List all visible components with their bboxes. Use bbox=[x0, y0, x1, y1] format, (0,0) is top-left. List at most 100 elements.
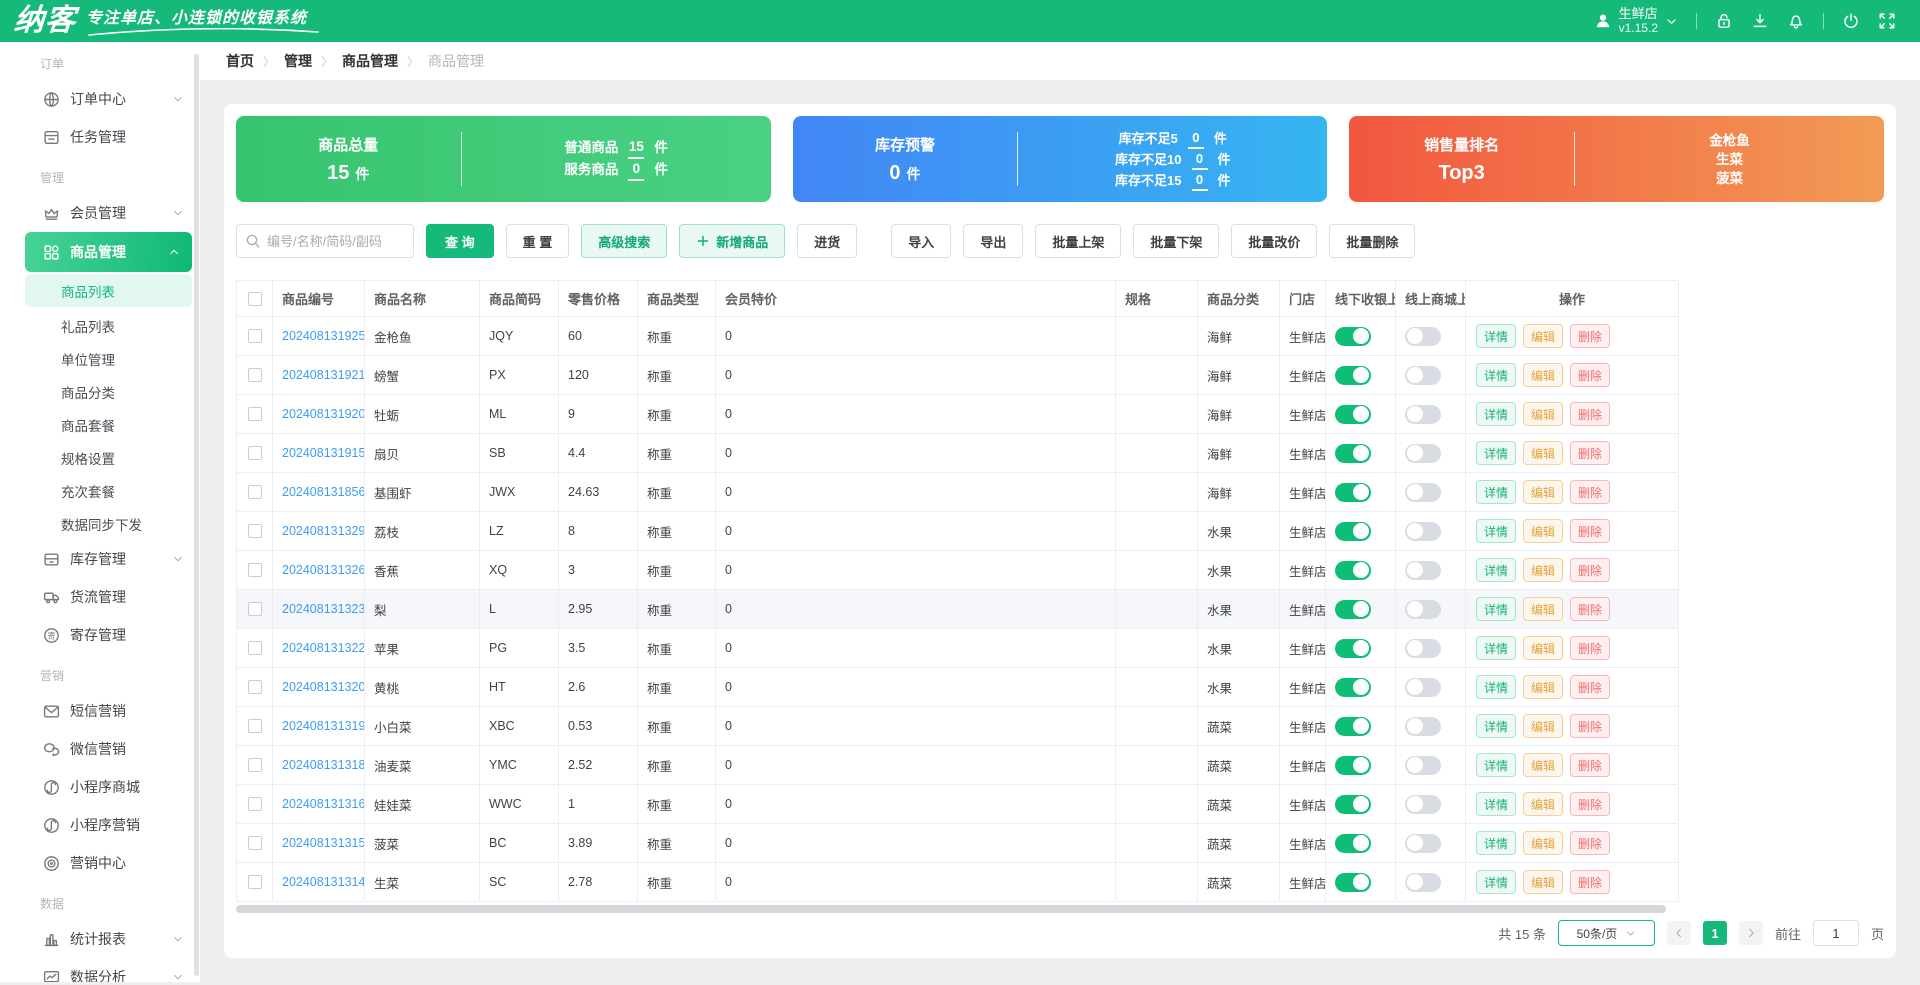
sidebar-subitem-gift-list[interactable]: 礼品列表 bbox=[0, 309, 200, 342]
detail-row-button[interactable]: 详情 bbox=[1476, 558, 1516, 582]
detail-row-button[interactable]: 详情 bbox=[1476, 792, 1516, 816]
sidebar-item-miniapp-mall[interactable]: 小程序商城 bbox=[0, 768, 200, 806]
prev-page-button[interactable] bbox=[1667, 921, 1691, 945]
import-button[interactable]: 导入 bbox=[891, 224, 951, 258]
row-checkbox[interactable] bbox=[248, 680, 262, 694]
advanced-search-button[interactable]: 高级搜索 bbox=[581, 224, 667, 258]
online-shelf-toggle[interactable] bbox=[1405, 873, 1441, 892]
delete-row-button[interactable]: 删除 bbox=[1570, 792, 1610, 816]
online-shelf-toggle[interactable] bbox=[1405, 522, 1441, 541]
row-checkbox[interactable] bbox=[248, 758, 262, 772]
offline-shelf-toggle[interactable] bbox=[1335, 561, 1371, 580]
select-all-checkbox[interactable] bbox=[248, 292, 262, 306]
product-code-link[interactable]: 20240813132236 bbox=[282, 641, 365, 655]
breadcrumb-item[interactable]: 商品管理 bbox=[342, 51, 398, 71]
detail-row-button[interactable]: 详情 bbox=[1476, 402, 1516, 426]
row-checkbox[interactable] bbox=[248, 563, 262, 577]
row-checkbox[interactable] bbox=[248, 875, 262, 889]
product-code-link[interactable]: 20240813131646 bbox=[282, 797, 365, 811]
edit-row-button[interactable]: 编辑 bbox=[1523, 519, 1563, 543]
online-shelf-toggle[interactable] bbox=[1405, 561, 1441, 580]
horizontal-scrollbar[interactable] bbox=[236, 905, 1666, 913]
add-goods-button[interactable]: 新增商品 bbox=[679, 224, 785, 258]
online-shelf-toggle[interactable] bbox=[1405, 366, 1441, 385]
sidebar-subitem-unit-management[interactable]: 单位管理 bbox=[0, 342, 200, 375]
delete-row-button[interactable]: 删除 bbox=[1570, 363, 1610, 387]
online-shelf-toggle[interactable] bbox=[1405, 444, 1441, 463]
detail-row-button[interactable]: 详情 bbox=[1476, 831, 1516, 855]
product-code-link[interactable]: 20240813132344 bbox=[282, 602, 365, 616]
detail-row-button[interactable]: 详情 bbox=[1476, 480, 1516, 504]
lock-icon[interactable] bbox=[1715, 12, 1733, 30]
online-shelf-toggle[interactable] bbox=[1405, 756, 1441, 775]
offline-shelf-toggle[interactable] bbox=[1335, 639, 1371, 658]
row-checkbox[interactable] bbox=[248, 797, 262, 811]
detail-row-button[interactable]: 详情 bbox=[1476, 753, 1516, 777]
offline-shelf-toggle[interactable] bbox=[1335, 873, 1371, 892]
sidebar-subitem-goods-category[interactable]: 商品分类 bbox=[0, 375, 200, 408]
next-page-button[interactable] bbox=[1739, 921, 1763, 945]
detail-row-button[interactable]: 详情 bbox=[1476, 324, 1516, 348]
delete-row-button[interactable]: 删除 bbox=[1570, 831, 1610, 855]
sidebar-item-stock-management[interactable]: 库存管理 bbox=[0, 540, 200, 578]
detail-row-button[interactable]: 详情 bbox=[1476, 636, 1516, 660]
row-checkbox[interactable] bbox=[248, 368, 262, 382]
offline-shelf-toggle[interactable] bbox=[1335, 717, 1371, 736]
edit-row-button[interactable]: 编辑 bbox=[1523, 441, 1563, 465]
detail-row-button[interactable]: 详情 bbox=[1476, 870, 1516, 894]
sidebar-item-logistics-management[interactable]: 货流管理 bbox=[0, 578, 200, 616]
edit-row-button[interactable]: 编辑 bbox=[1523, 831, 1563, 855]
online-shelf-toggle[interactable] bbox=[1405, 600, 1441, 619]
edit-row-button[interactable]: 编辑 bbox=[1523, 792, 1563, 816]
product-code-link[interactable]: 20240813132628 bbox=[282, 563, 365, 577]
reset-button[interactable]: 重 置 bbox=[506, 224, 570, 258]
bell-icon[interactable] bbox=[1787, 12, 1805, 30]
sidebar-item-data-analysis[interactable]: 数据分析 bbox=[0, 958, 200, 982]
sidebar-item-sms-marketing[interactable]: 短信营销 bbox=[0, 692, 200, 730]
sidebar-item-wechat-marketing[interactable]: 微信营销 bbox=[0, 730, 200, 768]
row-checkbox[interactable] bbox=[248, 524, 262, 538]
edit-row-button[interactable]: 编辑 bbox=[1523, 402, 1563, 426]
breadcrumb-item[interactable]: 首页 bbox=[226, 51, 254, 71]
purchase-button[interactable]: 进货 bbox=[797, 224, 857, 258]
offline-shelf-toggle[interactable] bbox=[1335, 366, 1371, 385]
sidebar-item-miniapp-marketing[interactable]: 小程序营销 bbox=[0, 806, 200, 844]
product-code-link[interactable]: 20240813132901 bbox=[282, 524, 365, 538]
offline-shelf-toggle[interactable] bbox=[1335, 795, 1371, 814]
delete-row-button[interactable]: 删除 bbox=[1570, 324, 1610, 348]
fullscreen-icon[interactable] bbox=[1878, 12, 1896, 30]
offline-shelf-toggle[interactable] bbox=[1335, 483, 1371, 502]
sidebar-subitem-goods-package[interactable]: 商品套餐 bbox=[0, 408, 200, 441]
download-icon[interactable] bbox=[1751, 12, 1769, 30]
product-code-link[interactable]: 20240813131433 bbox=[282, 875, 365, 889]
product-code-link[interactable]: 20240813131809 bbox=[282, 758, 365, 772]
edit-row-button[interactable]: 编辑 bbox=[1523, 363, 1563, 387]
offline-shelf-toggle[interactable] bbox=[1335, 600, 1371, 619]
row-checkbox[interactable] bbox=[248, 329, 262, 343]
page-size-select[interactable]: 50条/页 bbox=[1558, 920, 1655, 946]
offline-shelf-toggle[interactable] bbox=[1335, 834, 1371, 853]
batch-off-shelf-button[interactable]: 批量下架 bbox=[1133, 224, 1219, 258]
batch-delete-button[interactable]: 批量删除 bbox=[1329, 224, 1415, 258]
detail-row-button[interactable]: 详情 bbox=[1476, 675, 1516, 699]
batch-price-button[interactable]: 批量改价 bbox=[1231, 224, 1317, 258]
sidebar-item-marketing-center[interactable]: 营销中心 bbox=[0, 844, 200, 882]
detail-row-button[interactable]: 详情 bbox=[1476, 441, 1516, 465]
sidebar-item-task-management[interactable]: 任务管理 bbox=[0, 118, 200, 156]
edit-row-button[interactable]: 编辑 bbox=[1523, 597, 1563, 621]
row-checkbox[interactable] bbox=[248, 407, 262, 421]
delete-row-button[interactable]: 删除 bbox=[1570, 753, 1610, 777]
row-checkbox[interactable] bbox=[248, 485, 262, 499]
edit-row-button[interactable]: 编辑 bbox=[1523, 675, 1563, 699]
delete-row-button[interactable]: 删除 bbox=[1570, 870, 1610, 894]
row-checkbox[interactable] bbox=[248, 836, 262, 850]
delete-row-button[interactable]: 删除 bbox=[1570, 597, 1610, 621]
sidebar-item-goods-management[interactable]: 商品管理 bbox=[25, 232, 192, 272]
product-code-link[interactable]: 20240813192022 bbox=[282, 407, 365, 421]
product-code-link[interactable]: 20240813191506 bbox=[282, 446, 365, 460]
row-checkbox[interactable] bbox=[248, 446, 262, 460]
sidebar-item-deposit-management[interactable]: 寄寄存管理 bbox=[0, 616, 200, 654]
export-button[interactable]: 导出 bbox=[963, 224, 1023, 258]
search-input[interactable] bbox=[236, 224, 414, 258]
delete-row-button[interactable]: 删除 bbox=[1570, 441, 1610, 465]
